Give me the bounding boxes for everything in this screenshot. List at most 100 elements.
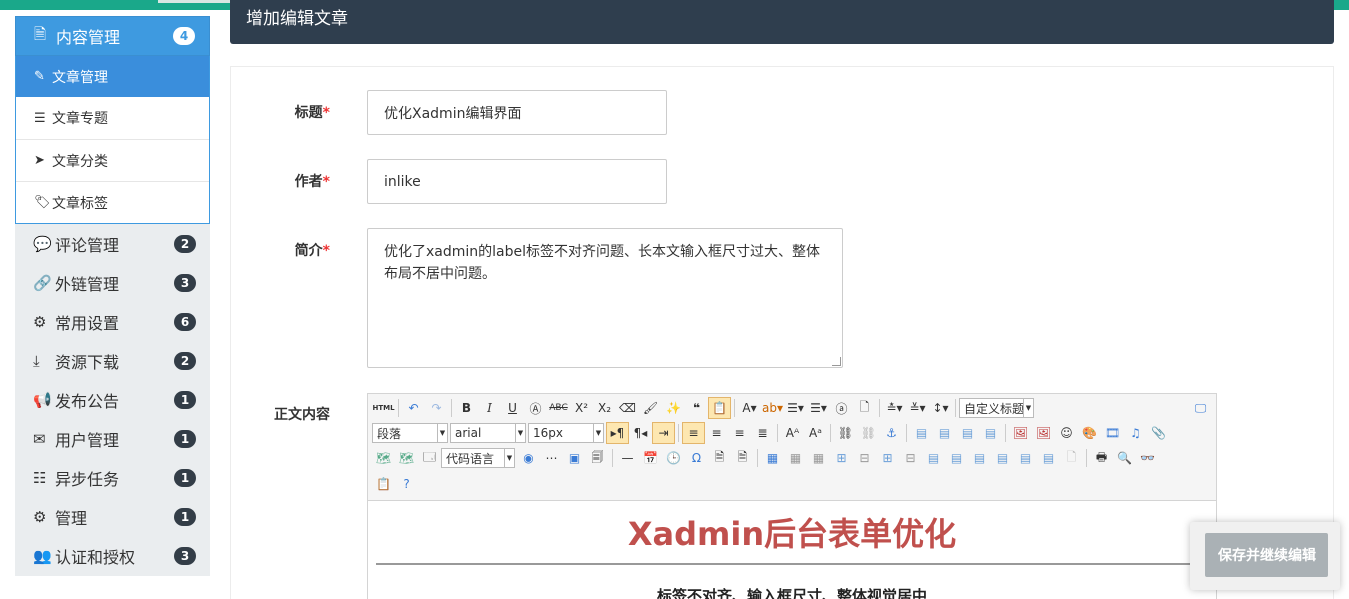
merge-cells-icon[interactable]: ▤: [922, 447, 945, 469]
row-spacing-top-icon[interactable]: ≛▾: [883, 397, 906, 419]
sidebar-item-downloads[interactable]: ⤓ 资源下载 2: [15, 341, 210, 380]
lowercase-icon[interactable]: Aᵃ: [804, 422, 827, 444]
delete-row-icon[interactable]: ⊟: [853, 447, 876, 469]
sidebar-item-announcements[interactable]: 📢 发布公告 1: [15, 380, 210, 419]
font-color-icon[interactable]: A▾: [738, 397, 761, 419]
template-icon[interactable]: 🗐: [586, 447, 609, 469]
image-none-icon[interactable]: ▤: [910, 422, 933, 444]
code-language-select[interactable]: 代码语言 ▼: [441, 448, 515, 468]
split-cells-icon[interactable]: ▤: [991, 447, 1014, 469]
drafts-icon[interactable]: 📋: [372, 473, 395, 495]
sidebar-item-users[interactable]: ✉ 用户管理 1: [15, 419, 210, 458]
time-icon[interactable]: 🕒: [662, 447, 685, 469]
sidebar-item-settings[interactable]: ⚙ 常用设置 6: [15, 302, 210, 341]
map-icon[interactable]: 🗺: [372, 447, 395, 469]
font-border-icon[interactable]: Ⓐ: [524, 397, 547, 419]
sidebar-item-categories[interactable]: ➤ 文章分类: [16, 139, 209, 181]
sidebar-item-tags[interactable]: 🏷 文章标签: [16, 181, 209, 223]
insert-table-icon[interactable]: ▦: [761, 447, 784, 469]
insert-video-icon[interactable]: 🎞: [1101, 422, 1124, 444]
line-height-icon[interactable]: ↕▾: [929, 397, 952, 419]
align-right-icon[interactable]: ≡: [728, 422, 751, 444]
image-center-icon[interactable]: ▤: [979, 422, 1002, 444]
sidebar-item-auth[interactable]: 👥 认证和授权 3: [15, 536, 210, 575]
underline-icon[interactable]: U: [501, 397, 524, 419]
ltr-icon[interactable]: ▸¶: [606, 422, 629, 444]
date-icon[interactable]: 📅: [639, 447, 662, 469]
print-icon[interactable]: 🖶: [1090, 447, 1113, 469]
redo-icon[interactable]: ↷: [425, 397, 448, 419]
unlink-icon[interactable]: ⛓: [857, 422, 880, 444]
delete-col-icon[interactable]: ⊟: [899, 447, 922, 469]
unordered-list-icon[interactable]: ☰▾: [807, 397, 830, 419]
font-family-select[interactable]: arial ▼: [450, 423, 526, 443]
chart-icon[interactable]: 🗋: [1060, 447, 1083, 469]
italic-icon[interactable]: I: [478, 397, 501, 419]
page-break-icon[interactable]: ⋯: [540, 447, 563, 469]
eraser-icon[interactable]: ⌫: [616, 397, 639, 419]
insert-col-icon[interactable]: ⊞: [876, 447, 899, 469]
wordimage-icon[interactable]: 🗎: [708, 447, 731, 469]
insert-paragraph-before-table-icon[interactable]: ▦: [807, 447, 830, 469]
superscript-icon[interactable]: X²: [570, 397, 593, 419]
merge-down-icon[interactable]: ▤: [968, 447, 991, 469]
font-size-select[interactable]: 16px ▼: [528, 423, 604, 443]
image-right-icon[interactable]: ▤: [956, 422, 979, 444]
align-center-icon[interactable]: ≡: [705, 422, 728, 444]
ordered-list-icon[interactable]: ☰▾: [784, 397, 807, 419]
image-left-icon[interactable]: ▤: [933, 422, 956, 444]
gmap-icon[interactable]: 🗺: [395, 447, 418, 469]
custom-title-select[interactable]: 自定义标题 ▼: [959, 398, 1034, 418]
blockquote-icon[interactable]: ❝: [685, 397, 708, 419]
html-source-button[interactable]: HTML: [372, 397, 395, 419]
web-app-icon[interactable]: ◉: [517, 447, 540, 469]
sidebar-item-articles[interactable]: ✎ 文章管理: [16, 56, 209, 97]
merge-right-icon[interactable]: ▤: [945, 447, 968, 469]
insert-image-icon[interactable]: 🖼: [1009, 422, 1032, 444]
indent-icon[interactable]: ⇥: [652, 422, 675, 444]
special-chars-icon[interactable]: Ω: [685, 447, 708, 469]
emotion-icon[interactable]: ☺: [1055, 422, 1078, 444]
auto-format-icon[interactable]: ✨: [662, 397, 685, 419]
attachment-icon[interactable]: 📎: [1147, 422, 1170, 444]
rtl-icon[interactable]: ¶◂: [629, 422, 652, 444]
format-brush-icon[interactable]: 🖌: [639, 397, 662, 419]
author-input[interactable]: inlike: [367, 159, 667, 204]
align-justify-icon[interactable]: ≣: [751, 422, 774, 444]
sidebar-item-topics[interactable]: ☰ 文章专题: [16, 97, 209, 139]
paste-plain-icon[interactable]: 📋: [708, 397, 731, 419]
help-icon[interactable]: ?: [395, 473, 418, 495]
select-all-icon[interactable]: ⓐ: [830, 397, 853, 419]
bold-icon[interactable]: B: [455, 397, 478, 419]
split-rows-icon[interactable]: ▤: [1014, 447, 1037, 469]
preview-icon[interactable]: 🔍: [1113, 447, 1136, 469]
resize-handle[interactable]: [832, 357, 841, 366]
uppercase-icon[interactable]: Aᴬ: [781, 422, 804, 444]
save-continue-button[interactable]: 保存并继续编辑: [1205, 533, 1328, 577]
sidebar-item-admin[interactable]: ⚙ 管理 1: [15, 497, 210, 536]
fullscreen-icon[interactable]: 🖵: [1189, 397, 1212, 419]
delete-table-icon[interactable]: ▦: [784, 447, 807, 469]
sidebar-group-content[interactable]: 🗎 内容管理 4: [15, 16, 210, 56]
strikethrough-icon[interactable]: ABC: [547, 397, 570, 419]
sidebar-item-links[interactable]: 🔗 外链管理 3: [15, 263, 210, 302]
multi-image-icon[interactable]: 🖼: [1032, 422, 1055, 444]
align-left-icon[interactable]: ≡: [682, 422, 705, 444]
background-color-icon[interactable]: ab▾: [761, 397, 784, 419]
sidebar-item-comments[interactable]: 💬 评论管理 2: [15, 224, 210, 263]
editor-content[interactable]: Xadmin后台表单优化 标签不对齐、输入框尺寸、整体视觉居中: [368, 501, 1216, 599]
link-icon[interactable]: ⛓: [834, 422, 857, 444]
undo-icon[interactable]: ↶: [402, 397, 425, 419]
background-icon[interactable]: ▣: [563, 447, 586, 469]
insert-frame-icon[interactable]: 🗔: [418, 447, 441, 469]
split-cols-icon[interactable]: ▤: [1037, 447, 1060, 469]
row-spacing-bottom-icon[interactable]: ≚▾: [906, 397, 929, 419]
scrawl-icon[interactable]: 🎨: [1078, 422, 1101, 444]
music-icon[interactable]: ♫: [1124, 422, 1147, 444]
paragraph-select[interactable]: 段落 ▼: [372, 423, 448, 443]
title-input[interactable]: 优化Xadmin编辑界面: [367, 90, 667, 135]
summary-textarea[interactable]: 优化了xadmin的label标签不对齐问题、长本文输入框尺寸过大、整体布局不居…: [367, 228, 843, 368]
sidebar-item-tasks[interactable]: ☷ 异步任务 1: [15, 458, 210, 497]
search-replace-icon[interactable]: 👓: [1136, 447, 1159, 469]
snapscreen-icon[interactable]: 🗎: [731, 447, 754, 469]
